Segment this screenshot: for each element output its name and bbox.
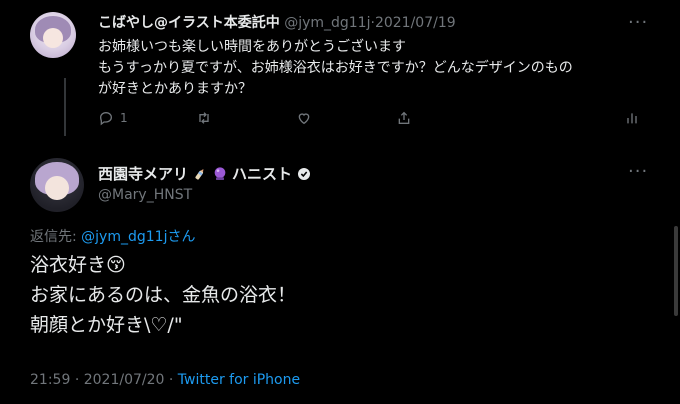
retweet-button[interactable] [196, 110, 212, 126]
like-button[interactable] [296, 110, 312, 126]
tweet1-actions: 1 [98, 110, 638, 130]
share-icon [398, 111, 410, 124]
thread-connector-line [64, 78, 66, 136]
retweet-icon [199, 112, 209, 124]
reply-button[interactable]: 1 [98, 110, 128, 126]
crystal-ball-icon [214, 166, 226, 180]
analytics-icon [627, 113, 637, 124]
meta-separator: · [168, 372, 174, 388]
tweet1-display-name[interactable]: こばやし@イラスト本委託中 [98, 15, 280, 31]
tweet2-time[interactable]: 21:59 [30, 372, 70, 388]
tweet2-line: お家にあるのは、金魚の浴衣！ [30, 284, 297, 306]
tweet2-handle[interactable]: @Mary_HNST [98, 187, 192, 203]
tweet1-line: お姉様いつも楽しい時間をありがとうございます [98, 39, 406, 55]
tweet1-text: お姉様いつも楽しい時間をありがとうございます もうすっかり夏ですが、お姉様浴衣は… [98, 37, 638, 100]
reply-icon [99, 111, 113, 126]
scrollbar[interactable] [674, 226, 678, 316]
avatar-mary[interactable] [30, 158, 84, 212]
share-button[interactable] [396, 110, 412, 126]
tweet2-display-name: 西園寺メアリ [98, 165, 189, 183]
tweet2-line: 朝顔とか好き\♡/" [30, 314, 183, 336]
avatar-face [42, 27, 64, 48]
tweet2-display-name-row[interactable]: 西園寺メアリ ハニスト [98, 163, 312, 184]
tweet1-date[interactable]: 2021/07/19 [375, 15, 456, 31]
tweet2-meta: 21:59 · 2021/07/20 · Twitter for iPhone [30, 372, 300, 388]
more-icon[interactable]: ··· [628, 12, 648, 33]
meta-separator: · [74, 372, 80, 388]
reply-count: 1 [120, 111, 128, 125]
tweet1-header: こばやし@イラスト本委託中 @jym_dg11j·2021/07/19 [98, 12, 456, 32]
tweet1-line: が好きとかありますか？ [98, 81, 252, 97]
avatar-face [45, 176, 69, 201]
reply-context: 返信先: @jym_dg11jさん [30, 226, 195, 246]
like-icon [298, 113, 310, 125]
analytics-button[interactable] [624, 110, 640, 126]
tweet2-date[interactable]: 2021/07/20 [84, 372, 165, 388]
reply-to-link[interactable]: @jym_dg11jさん [81, 229, 195, 245]
baby-bottle-icon [195, 168, 204, 180]
tweet2-text: 浴衣好き😚 お家にあるのは、金魚の浴衣！ 朝顔とか好き\♡/" [30, 250, 650, 340]
verified-icon [298, 167, 311, 180]
tweet1-handle[interactable]: @jym_dg11j [284, 15, 370, 31]
tweet1-line: もうすっかり夏ですが、お姉様浴衣はお好きですか？どんなデザインのもの [98, 60, 573, 76]
tweet2-source[interactable]: Twitter for iPhone [178, 372, 300, 388]
more-icon[interactable]: ··· [628, 161, 648, 182]
tweet2-name-suffix: ハニスト [232, 165, 293, 183]
reply-label: 返信先: [30, 229, 82, 245]
tweet2-line: 浴衣好き😚 [30, 254, 126, 276]
avatar-kobayashi[interactable] [30, 12, 76, 58]
